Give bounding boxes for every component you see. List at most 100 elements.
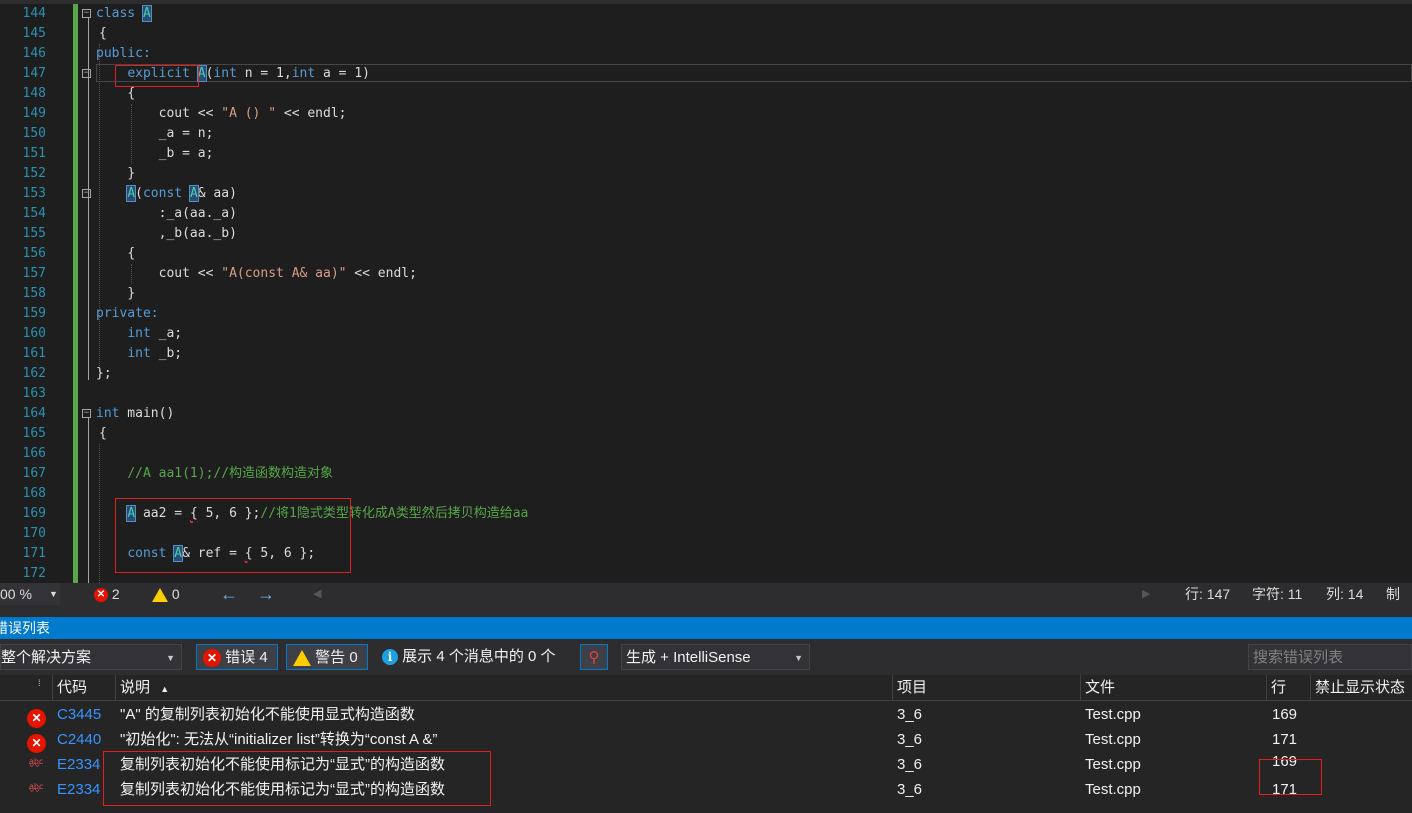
error-icon: ✕ [203, 649, 221, 668]
error-file: Test.cpp [1085, 756, 1141, 773]
line-number: 164 [22, 406, 46, 421]
table-row[interactable]: ✕ C3445 "A" 的复制列表初始化不能使用显式构造函数 3_6 Test.… [0, 702, 1412, 728]
error-code-link[interactable]: E2334 [57, 777, 100, 802]
grid-header: ⁞ 代码 说明 ▲ 项目 文件 行 禁止显示状态 [0, 675, 1412, 701]
scope-dropdown[interactable]: 整个解决方案 ▼ [0, 644, 182, 670]
column-header-type[interactable]: ⁞ [0, 675, 52, 700]
sort-ascending-icon: ▲ [160, 684, 170, 694]
messages-filter-button[interactable]: i 展示 4 个消息中的 0 个 [376, 644, 568, 670]
init-list: :_a(aa._a) [158, 206, 237, 221]
code-line-152: } [96, 164, 1412, 184]
nav-forward-icon[interactable]: → [257, 583, 275, 605]
scroll-left-icon[interactable]: ◀ [313, 583, 321, 605]
warning-count-value: 0 [171, 586, 180, 602]
nav-back-icon[interactable]: ← [220, 583, 238, 605]
collapse-icon[interactable]: − [82, 189, 91, 198]
tab-mode[interactable]: 制表 [1386, 583, 1412, 624]
panel-splitter[interactable] [0, 605, 1412, 617]
brace: { [127, 86, 136, 101]
line-number: 166 [22, 446, 46, 461]
build-filter-dropdown[interactable]: 生成 + IntelliSense ▼ [621, 644, 810, 670]
error-code-link[interactable]: E2334 [57, 752, 100, 777]
warning-icon [293, 650, 311, 667]
error-list-title-bar[interactable]: 错误列表 [0, 617, 1412, 639]
code-line-147: explicit A(int n = 1,int a = 1) [96, 64, 1412, 84]
stmt: 5, 6 }; [252, 546, 316, 561]
collapse-icon[interactable]: − [82, 69, 91, 78]
scroll-right-icon[interactable]: ▶ [1142, 583, 1150, 605]
access-public: public: [96, 46, 151, 61]
error-line: 169 [1272, 706, 1298, 723]
line-number: 162 [22, 366, 46, 381]
table-row[interactable]: ✕ C2440 "初始化": 无法从“initializer list”转换为“… [0, 727, 1412, 753]
cursor-line: 行: 147 [1185, 586, 1231, 602]
line-number: 152 [22, 166, 46, 181]
error-count[interactable]: ✕ 2 [94, 583, 120, 605]
line-number: 150 [22, 126, 46, 141]
error-description: "初始化": 无法从“initializer list”转换为“const A … [120, 731, 438, 748]
filter-icon[interactable]: ⚲ [580, 644, 608, 670]
line-number: 170 [22, 526, 46, 541]
member: _b; [150, 346, 183, 361]
keyword-class: class [96, 6, 143, 21]
column-label: 说明 [120, 679, 151, 696]
error-list-toolbar: 整个解决方案 ▼ ✕ 错误 4 警告 0 i 展示 4 个消息中的 0 个 ⚲ … [0, 639, 1412, 675]
code-line-151: _b = a; [96, 144, 1412, 164]
code-line-169: A aa2 = { 5, 6 };//将1隐式类型转化成A类型然后拷贝构造给aa [96, 504, 1412, 524]
keyword-int: int [127, 346, 151, 361]
error-code-link[interactable]: C2440 [57, 727, 101, 752]
line-number: 155 [22, 226, 46, 241]
column-header-file[interactable]: 文件 [1080, 675, 1266, 700]
class-name: A [173, 545, 184, 562]
search-input[interactable]: 搜索错误列表 [1248, 644, 1412, 670]
line-number: 157 [22, 266, 46, 281]
param: n = 1, [236, 66, 292, 81]
errors-filter-button[interactable]: ✕ 错误 4 [196, 644, 278, 670]
column-header-code[interactable]: 代码 [52, 675, 115, 700]
code-line-167: //A aa1(1);//构造函数构造对象 [96, 464, 1412, 484]
search-placeholder: 搜索错误列表 [1253, 649, 1344, 666]
code-line-150: _a = n; [96, 124, 1412, 144]
line-number: 154 [22, 206, 46, 221]
stmt: cout << [158, 106, 222, 121]
collapse-icon[interactable]: − [82, 409, 91, 418]
class-name: A [196, 65, 207, 82]
code-line-165: { [96, 424, 1412, 444]
string-literal: "A(const A& aa)" [221, 266, 347, 281]
keyword-int: int [291, 66, 316, 81]
error-file: Test.cpp [1085, 731, 1141, 748]
keyword-explicit: explicit [127, 66, 190, 81]
column-header-description[interactable]: 说明 ▲ [115, 675, 892, 700]
column-header-suppression[interactable]: 禁止显示状态 [1310, 675, 1412, 700]
zoom-combo[interactable]: 00 % ▼ [0, 583, 60, 605]
warnings-filter-button[interactable]: 警告 0 [286, 644, 368, 670]
error-squiggle[interactable]: { [190, 506, 198, 521]
error-description: "A" 的复制列表初始化不能使用显式构造函数 [120, 706, 415, 723]
column-options-icon[interactable]: ⁞ [38, 671, 41, 696]
error-project: 3_6 [897, 706, 923, 723]
code-line-158: } [96, 284, 1412, 304]
cursor-col: 列: 14 [1326, 586, 1364, 602]
code-line-157: cout << "A(const A& aa)" << endl; [96, 264, 1412, 284]
warning-count[interactable]: 0 [152, 583, 180, 605]
table-row[interactable]: abc 〰 E2334 复制列表初始化不能使用标记为“显式”的构造函数 3_6 T… [0, 777, 1412, 802]
error-code-link[interactable]: C3445 [57, 702, 101, 727]
line-number: 168 [22, 486, 46, 501]
table-row[interactable]: abc 〰 E2334 复制列表初始化不能使用标记为“显式”的构造函数 3_6 T… [0, 752, 1412, 777]
brace: { [99, 426, 107, 441]
line-number: 165 [22, 426, 46, 441]
collapse-icon[interactable]: − [82, 9, 91, 18]
column-header-line[interactable]: 行 [1266, 675, 1310, 700]
chevron-down-icon: ▼ [166, 653, 175, 663]
line-number-gutter: 144 145 146 147 148 149 150 151 152 153 154 155 156 1… [0, 4, 52, 583]
error-squiggle[interactable]: { [245, 546, 253, 561]
code-line-156: { [96, 244, 1412, 264]
line-number: 145 [22, 26, 46, 41]
code-text[interactable]: class A { public: explicit A(int n = 1,i… [96, 4, 1412, 583]
line-number: 161 [22, 346, 46, 361]
column-header-project[interactable]: 项目 [892, 675, 1080, 700]
code-editor[interactable]: 144 145 146 147 148 149 150 151 152 153 154 155 156 1… [0, 0, 1412, 583]
class-name: A [188, 185, 199, 202]
error-list-grid[interactable]: ⁞ 代码 说明 ▲ 项目 文件 行 禁止显示状态 ✕ C3445 "A" 的复制… [0, 675, 1412, 813]
